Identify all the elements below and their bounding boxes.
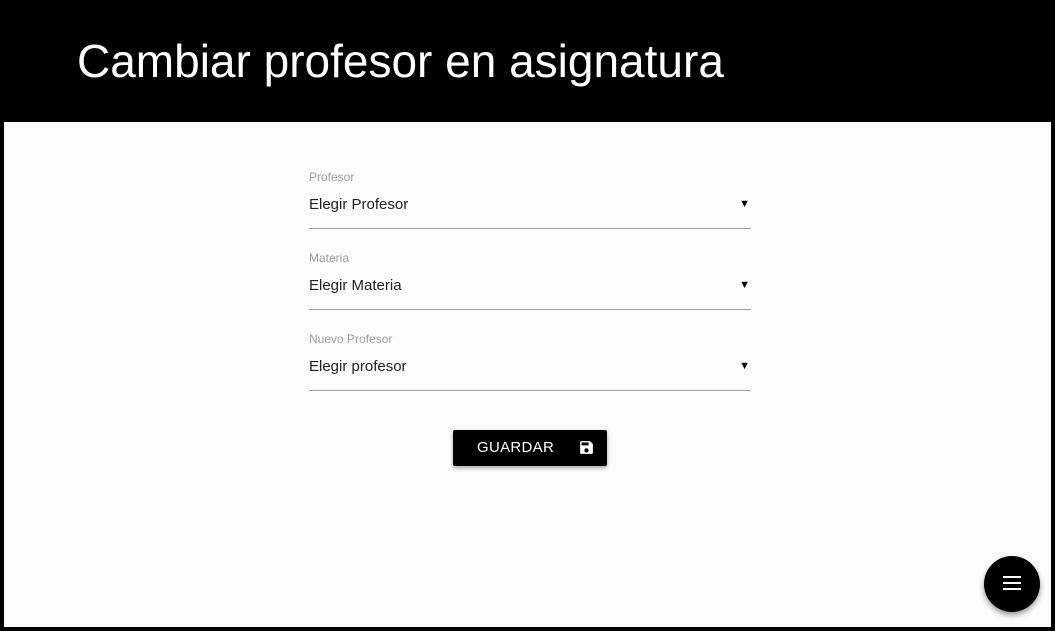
caret-down-icon: ▼	[739, 360, 750, 372]
profesor-field: Profesor Elegir Profesor ▼	[309, 170, 751, 251]
page-header: Cambiar profesor en asignatura	[0, 0, 1055, 122]
change-teacher-form: Profesor Elegir Profesor ▼ Materia Elegi…	[309, 170, 751, 413]
materia-field: Materia Elegir Materia ▼	[309, 251, 751, 332]
caret-down-icon: ▼	[739, 279, 750, 291]
nuevo-profesor-select[interactable]: Elegir profesor ▼	[309, 352, 751, 391]
profesor-select-value: Elegir Profesor	[309, 196, 409, 213]
profesor-label: Profesor	[309, 170, 355, 184]
profesor-select[interactable]: Elegir Profesor ▼	[309, 190, 751, 229]
materia-select[interactable]: Elegir Materia ▼	[309, 271, 751, 310]
app-window: Cambiar profesor en asignatura Profesor …	[0, 0, 1055, 631]
nuevo-profesor-select-value: Elegir profesor	[309, 358, 407, 375]
nuevo-profesor-field: Nuevo Profesor Elegir profesor ▼	[309, 332, 751, 413]
menu-icon	[1003, 576, 1021, 590]
materia-select-value: Elegir Materia	[309, 277, 402, 294]
save-icon	[580, 441, 593, 454]
main-content: Profesor Elegir Profesor ▼ Materia Elegi…	[4, 122, 1051, 627]
page-title: Cambiar profesor en asignatura	[77, 35, 724, 87]
save-button-label: GUARDAR	[477, 439, 555, 456]
caret-down-icon: ▼	[739, 198, 750, 210]
materia-label: Materia	[309, 251, 350, 265]
menu-fab-button[interactable]	[984, 556, 1040, 612]
save-button[interactable]: GUARDAR	[453, 430, 607, 466]
nuevo-profesor-label: Nuevo Profesor	[309, 332, 393, 346]
